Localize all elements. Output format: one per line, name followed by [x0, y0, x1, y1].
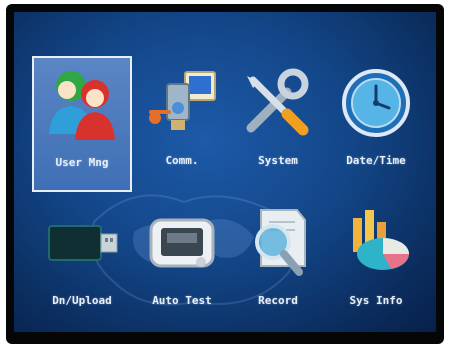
- menu-tile-user-mng[interactable]: User Mng: [32, 56, 132, 192]
- menu-tile-dn-upload[interactable]: Dn/Upload: [32, 196, 132, 332]
- usb-drive-icon: [48, 225, 118, 261]
- menu-label-comm: Comm.: [165, 154, 199, 167]
- network-icon: [149, 71, 216, 130]
- lcd-screen: User Mng Comm. System Date/Time Dn/Uploa…: [14, 12, 436, 332]
- clock-icon: [342, 69, 410, 137]
- device-test-icon: [149, 218, 215, 268]
- menu-tile-date-time[interactable]: Date/Time: [326, 56, 426, 192]
- menu-label-user-mng: User Mng: [55, 156, 109, 169]
- pie-chart-icon: [353, 210, 409, 270]
- tools-icon: [246, 68, 309, 136]
- menu-label-dn-upload: Dn/Upload: [52, 294, 112, 307]
- menu-label-auto-test: Auto Test: [152, 294, 212, 307]
- menu-tile-auto-test[interactable]: Auto Test: [132, 196, 232, 332]
- menu-tile-record[interactable]: Record: [228, 196, 328, 332]
- search-record-icon: [255, 209, 306, 276]
- menu-label-record: Record: [258, 294, 298, 307]
- menu-tile-sys-info[interactable]: Sys Info: [326, 196, 426, 332]
- menu-label-date-time: Date/Time: [346, 154, 406, 167]
- users-icon: [49, 71, 115, 140]
- menu-label-sys-info: Sys Info: [349, 294, 403, 307]
- menu-tile-comm[interactable]: Comm.: [132, 56, 232, 192]
- menu-label-system: System: [258, 154, 298, 167]
- menu-tile-system[interactable]: System: [228, 56, 328, 192]
